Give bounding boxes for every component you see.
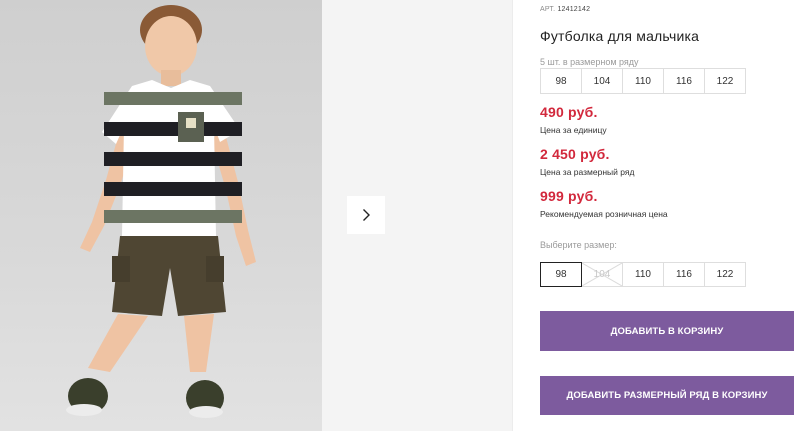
size-option-122[interactable]: 122 bbox=[704, 262, 746, 287]
unit-price: 490 руб. bbox=[540, 104, 598, 120]
size-option-110[interactable]: 110 bbox=[622, 262, 664, 287]
article-label: АРТ. bbox=[540, 6, 556, 13]
retail-price-label: Рекомендуемая розничная цена bbox=[540, 209, 668, 219]
pack-price: 2 450 руб. bbox=[540, 146, 610, 162]
size-option-104: 104 bbox=[581, 262, 623, 287]
pack-size-item: 110 bbox=[622, 68, 664, 94]
add-to-cart-button[interactable]: ДОБАВИТЬ В КОРЗИНУ bbox=[540, 311, 794, 351]
pack-size-item: 104 bbox=[581, 68, 623, 94]
unit-price-label: Цена за единицу bbox=[540, 125, 607, 135]
chevron-right-icon bbox=[363, 209, 370, 221]
product-title: Футболка для мальчика bbox=[540, 28, 700, 44]
retail-price: 999 руб. bbox=[540, 188, 598, 204]
pack-price-label: Цена за размерный ряд bbox=[540, 167, 635, 177]
pack-size-item: 122 bbox=[704, 68, 746, 94]
product-photo-illustration bbox=[66, 5, 256, 418]
pack-size-item: 116 bbox=[663, 68, 705, 94]
add-pack-to-cart-button[interactable]: ДОБАВИТЬ РАЗМЕРНЫЙ РЯД В КОРЗИНУ bbox=[540, 376, 794, 415]
size-option-116[interactable]: 116 bbox=[663, 262, 705, 287]
size-option-label: 104 bbox=[593, 269, 611, 280]
size-picker-label: Выберите размер: bbox=[540, 240, 617, 250]
product-info-panel: АРТ. 12412142 Футболка для мальчика 5 шт… bbox=[540, 0, 800, 431]
product-photo bbox=[0, 0, 322, 431]
gallery-next-button[interactable] bbox=[347, 196, 385, 234]
divider bbox=[512, 0, 513, 431]
size-option-98[interactable]: 98 bbox=[540, 262, 582, 287]
product-gallery bbox=[0, 0, 512, 431]
size-picker: 98 104 110 116 122 bbox=[540, 262, 746, 287]
pack-size-item: 98 bbox=[540, 68, 582, 94]
pack-note: 5 шт. в размерном ряду bbox=[540, 57, 639, 67]
article-number: АРТ. 12412142 bbox=[540, 6, 590, 13]
pack-size-list: 98 104 110 116 122 bbox=[540, 68, 746, 94]
article-value: 12412142 bbox=[557, 6, 591, 13]
